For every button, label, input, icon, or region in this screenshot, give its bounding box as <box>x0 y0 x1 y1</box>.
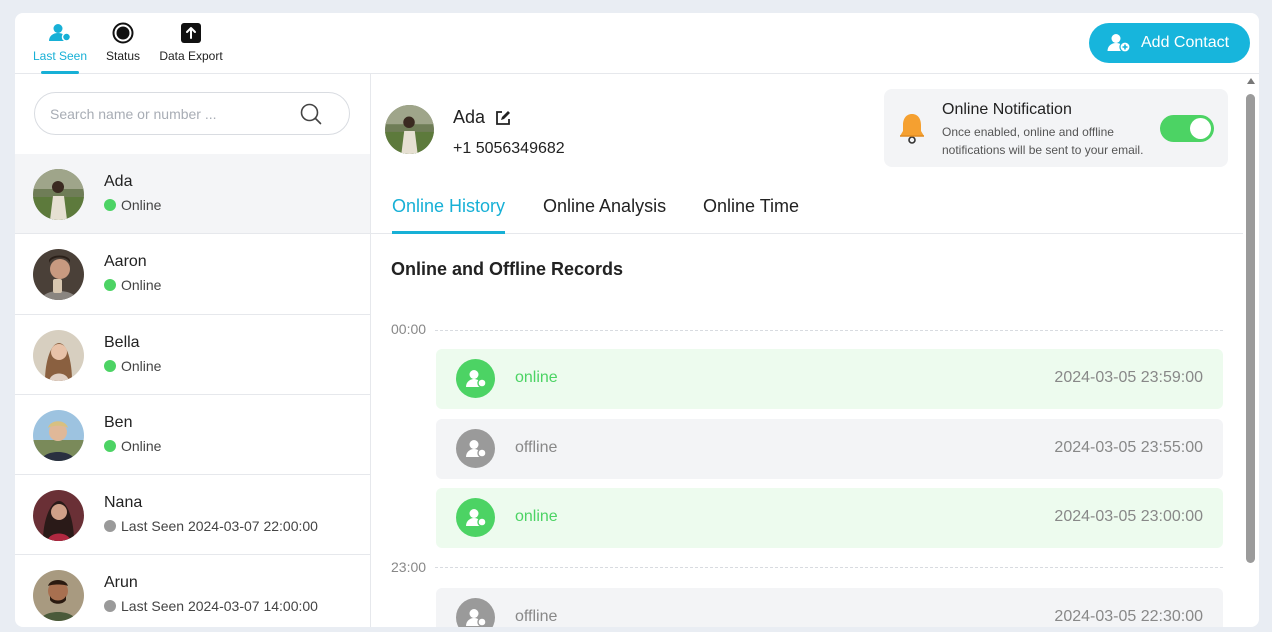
contact-status-text: Last Seen 2024-03-07 22:00:00 <box>121 518 318 535</box>
profile-name-row: Ada <box>453 107 511 128</box>
tab-online-analysis[interactable]: Online Analysis <box>543 196 666 234</box>
avatar <box>33 249 84 301</box>
contact-status-text: Online <box>121 277 162 294</box>
add-contact-label: Add Contact <box>1141 34 1230 51</box>
section-title: Online and Offline Records <box>391 259 624 279</box>
contact-item-ada[interactable]: Ada Online <box>15 154 370 235</box>
contact-status: Last Seen 2024-03-07 14:00:00 <box>104 598 318 614</box>
profile-avatar <box>385 105 434 154</box>
online-dot <box>104 359 116 372</box>
contact-name: Bella <box>104 333 140 351</box>
notification-title: Online Notification <box>942 101 1072 118</box>
tab-online-time[interactable]: Online Time <box>703 196 799 234</box>
scrollbar-thumb[interactable] <box>1246 94 1255 563</box>
notification-toggle[interactable] <box>1160 115 1214 142</box>
detail-panel: Ada +1 5056349682 Online Notification On… <box>371 74 1259 627</box>
online-notification-card: Online Notification Once enabled, online… <box>884 89 1228 167</box>
contact-item-bella[interactable]: Bella Online <box>15 315 370 395</box>
record-time: 2024-03-05 23:55:00 <box>1054 439 1203 456</box>
user-group-icon <box>31 21 89 45</box>
user-status-icon <box>456 429 495 468</box>
offline-dot <box>104 600 116 613</box>
time-marker: 00:00 <box>391 321 427 337</box>
avatar <box>33 570 84 622</box>
toggle-knob <box>1190 118 1211 139</box>
avatar <box>33 169 84 220</box>
contact-status-text: Online <box>121 197 162 213</box>
record-item: offline 2024-03-05 22:30:00 <box>436 588 1223 627</box>
contact-list: Ada Online Aaron Online Bella Online Ben… <box>15 154 370 627</box>
notification-description: Once enabled, online and offline notific… <box>942 125 1144 157</box>
contact-item-ben[interactable]: Ben Online <box>15 395 370 476</box>
record-time: 2024-03-05 22:30:00 <box>1054 608 1203 625</box>
record-item: offline 2024-03-05 23:55:00 <box>436 419 1223 479</box>
add-user-icon <box>1107 33 1131 53</box>
search-icon[interactable] <box>300 103 322 130</box>
contact-item-aaron[interactable]: Aaron Online <box>15 234 370 315</box>
contact-item-nana[interactable]: Nana Last Seen 2024-03-07 22:00:00 <box>15 475 370 556</box>
online-dot <box>104 199 116 211</box>
online-dot <box>104 439 116 452</box>
nav-tab-label: Last Seen <box>32 49 88 63</box>
online-dot <box>104 279 116 292</box>
record-time: 2024-03-05 23:59:00 <box>1054 369 1203 386</box>
time-divider <box>435 330 1223 331</box>
detail-tabs: Online History Online Analysis Online Ti… <box>371 182 1243 234</box>
contact-status: Online <box>104 277 161 293</box>
profile-name: Ada <box>453 107 486 127</box>
nav-tab-last-seen[interactable]: Last Seen <box>31 19 89 74</box>
contact-status: Online <box>104 358 161 374</box>
status-circle-icon <box>103 21 143 45</box>
contact-item-arun[interactable]: Arun Last Seen 2024-03-07 14:00:00 <box>15 555 370 627</box>
avatar <box>33 409 84 461</box>
contact-status-text: Online <box>121 437 162 454</box>
contact-status-text: Last Seen 2024-03-07 14:00:00 <box>121 598 318 615</box>
record-time: 2024-03-05 23:00:00 <box>1054 508 1203 525</box>
nav-tab-data-export[interactable]: Data Export <box>158 19 224 74</box>
search-box <box>34 92 350 135</box>
contact-status: Online <box>104 438 161 454</box>
record-item: online 2024-03-05 23:00:00 <box>436 488 1223 548</box>
avatar <box>33 329 84 381</box>
add-contact-button[interactable]: Add Contact <box>1089 23 1250 63</box>
edit-icon[interactable] <box>495 110 511 126</box>
nav-tab-status[interactable]: Status <box>103 19 143 74</box>
scroll-up-arrow-icon[interactable] <box>1247 78 1255 84</box>
record-state: offline <box>515 439 558 456</box>
contact-status: Online <box>104 197 161 213</box>
tab-online-history[interactable]: Online History <box>392 196 506 234</box>
record-item: online 2024-03-05 23:59:00 <box>436 349 1223 409</box>
user-status-icon <box>456 359 495 398</box>
user-status-icon <box>456 498 495 537</box>
record-state: online <box>515 508 558 525</box>
contact-name: Aaron <box>104 253 147 271</box>
offline-dot <box>104 520 116 533</box>
contact-name: Nana <box>104 494 143 512</box>
time-divider <box>435 567 1223 568</box>
record-state: online <box>515 369 558 386</box>
bell-icon <box>898 111 926 150</box>
contact-status-text: Online <box>121 357 162 374</box>
nav-tab-label: Status <box>105 49 141 63</box>
app-window: Last Seen Status Data Export Add Contact <box>15 13 1259 627</box>
contact-name: Ada <box>104 173 133 190</box>
contact-name: Arun <box>104 574 138 592</box>
user-status-icon <box>456 598 495 627</box>
record-state: offline <box>515 608 558 625</box>
contacts-panel: Ada Online Aaron Online <box>15 74 371 627</box>
time-marker: 23:00 <box>391 559 427 575</box>
nav-tab-label: Data Export <box>159 49 223 63</box>
vertical-scrollbar[interactable] <box>1243 78 1259 627</box>
profile-phone: +1 5056349682 <box>453 140 565 157</box>
contact-name: Ben <box>104 413 133 431</box>
avatar <box>33 490 84 542</box>
export-upload-icon <box>158 21 224 45</box>
top-nav-bar: Last Seen Status Data Export Add Contact <box>15 13 1259 74</box>
search-input[interactable] <box>50 103 290 125</box>
contact-status: Last Seen 2024-03-07 22:00:00 <box>104 518 318 534</box>
